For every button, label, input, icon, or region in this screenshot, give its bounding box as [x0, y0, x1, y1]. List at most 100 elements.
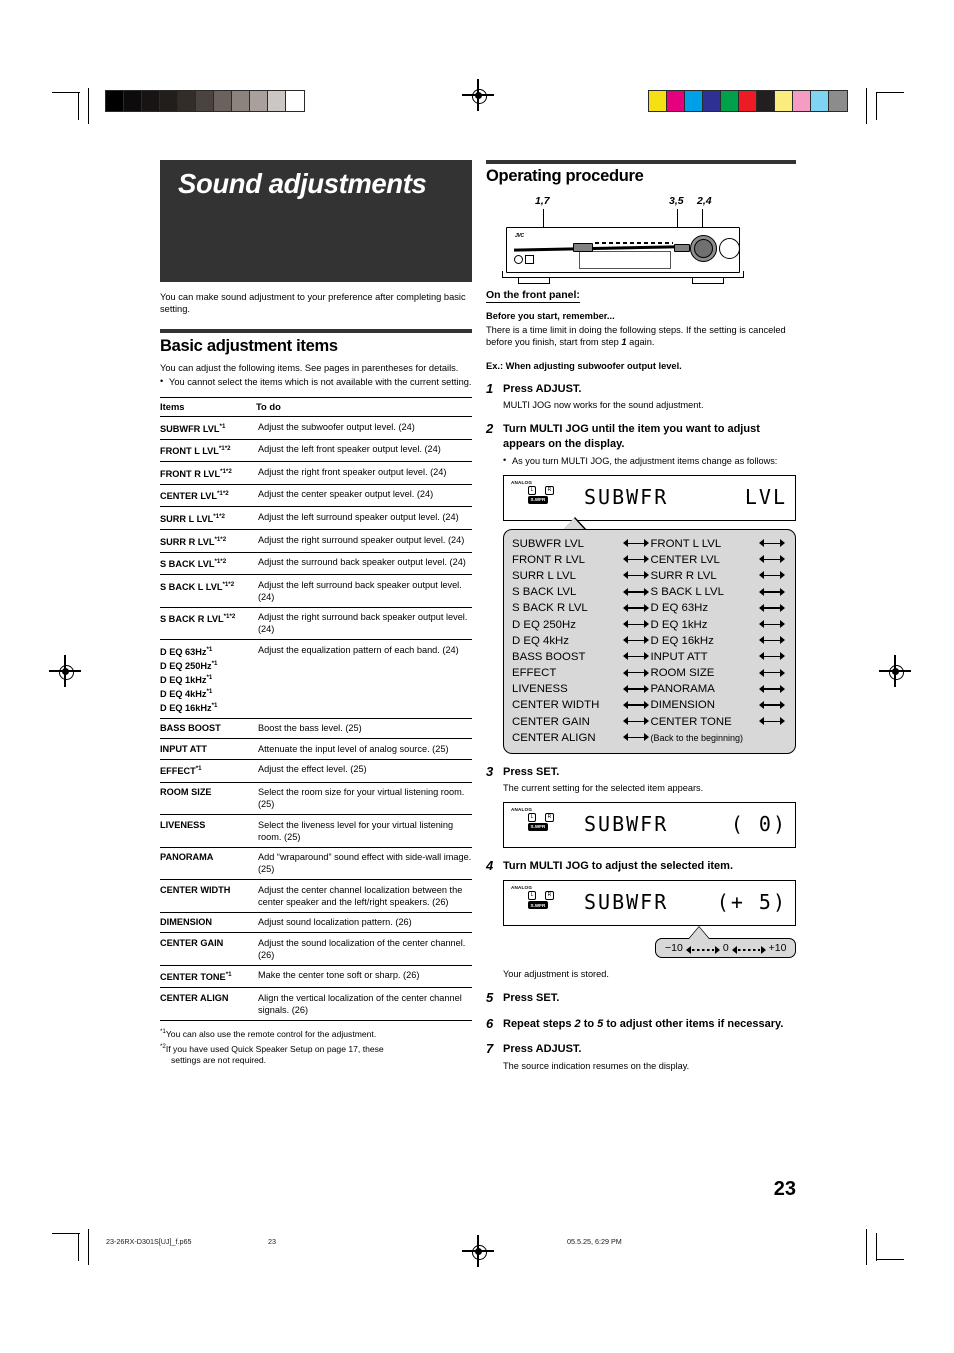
- flow-row: CENTER GAIN CENTER TONE: [512, 714, 787, 730]
- flow-item-right: CENTER LVL: [650, 553, 720, 566]
- item-footnote-mark: *1*2: [213, 512, 225, 520]
- flow-row: CENTER WIDTH DIMENSION: [512, 697, 787, 713]
- table-cell-todo: Select the room size for your virtual li…: [256, 782, 472, 815]
- table-cell-todo: Attenuate the input level of analog sour…: [256, 738, 472, 760]
- table-row: FRONT L LVL*1*2 Adjust the left front spe…: [160, 439, 472, 463]
- double-arrow-icon: [759, 555, 786, 564]
- table-cell-todo: Add “wraparound” sound effect with side-…: [256, 847, 472, 880]
- display-2-left-indicator: L: [528, 812, 536, 822]
- step-4-title: Turn MULTI JOG to adjust the selected it…: [503, 859, 734, 872]
- item-name: SUBWFR LVL*1: [160, 422, 226, 434]
- volume-knob[interactable]: [719, 238, 740, 259]
- table-row: INPUT ATT Attenuate the input level of an…: [160, 738, 472, 760]
- display-3-analog-indicator: ANALOG: [511, 885, 533, 891]
- double-arrow-icon: [622, 603, 649, 612]
- item-name: FRONT R LVL*1*2: [160, 467, 232, 479]
- right-column: Operating procedure 1,7 3,5 2,4 JVC On t…: [486, 160, 797, 1072]
- table-cell-item: DIMENSION: [160, 912, 256, 933]
- range-min: −10: [665, 942, 683, 955]
- table-row: SURR L LVL*1*2 Adjust the left surround s…: [160, 506, 472, 530]
- before-you-start-text: There is a time limit in doing the follo…: [486, 324, 796, 349]
- set-button[interactable]: [674, 244, 690, 252]
- table-row: S BACK R LVL*1*2 Adjust the right surroun…: [160, 607, 472, 641]
- calibration-swatch-6: [214, 91, 232, 111]
- display-1-main-text: SUBWFR: [584, 484, 669, 509]
- flow-item-left: S BACK R LVL: [512, 602, 588, 615]
- registration-mark-bottom: [462, 1235, 494, 1267]
- item-name: D EQ 250Hz*1: [160, 659, 218, 671]
- table-row: PANORAMA Add “wraparound” sound effect wi…: [160, 847, 472, 880]
- table-cell-item: D EQ 63Hz*1 D EQ 250Hz*1 D EQ 1kHz*1 D EQ 4…: [160, 639, 256, 719]
- page-number: 23: [773, 1178, 796, 1200]
- crop-mark-tl-h: [52, 92, 80, 94]
- flow-item-left: D EQ 250Hz: [512, 618, 576, 631]
- adjust-button[interactable]: [573, 243, 593, 252]
- display-panel-2: ANALOG L R S.WFR SUBWFR ( 0): [503, 801, 796, 848]
- table-cell-todo: Select the liveness level for your virtu…: [256, 814, 472, 848]
- table-cell-item: CENTER TONE*1: [160, 965, 256, 989]
- item-name: CENTER LVL*1*2: [160, 490, 229, 502]
- flow-item-right: INPUT ATT: [650, 650, 708, 663]
- item-footnote-mark: *1*2: [220, 467, 232, 475]
- footnote-1: *1You can also use the remote control fo…: [160, 1026, 472, 1040]
- double-arrow-icon: [622, 733, 649, 742]
- table-cell-item: CENTER LVL*1*2: [160, 484, 256, 508]
- step-6: 6 Repeat steps 2 to 5 to adjust other it…: [486, 1016, 796, 1032]
- item-name: S BACK R LVL*1*2: [160, 613, 236, 625]
- item-footnote-mark: *1: [206, 673, 213, 681]
- table-row: SUBWFR LVL*1 Adjust the subwoofer output …: [160, 416, 472, 440]
- step-2: 2 Turn MULTI JOG until the item you want…: [486, 421, 796, 754]
- step-4-after: Your adjustment is stored.: [503, 969, 609, 980]
- step-5: 5 Press SET.: [486, 990, 796, 1006]
- flow-item-left: S BACK LVL: [512, 586, 577, 599]
- display-2-segment-text: SUBWFR ( 0): [584, 811, 787, 836]
- flow-arrow-trailing: [758, 713, 787, 731]
- table-row: EFFECT*1 Adjust the effect level. (25): [160, 759, 472, 783]
- double-arrow-icon: [759, 684, 786, 693]
- receiver-illustration: 1,7 3,5 2,4 JVC: [486, 193, 796, 284]
- display-panel-1: ANALOG L R S.WFR SUBWFR LVL: [503, 474, 796, 521]
- double-arrow-icon: [622, 700, 649, 709]
- multi-jog-dial[interactable]: [690, 235, 717, 262]
- panel-small-icons: [514, 255, 534, 264]
- flow-item-right: SURR R LVL: [650, 569, 717, 582]
- standby-icon: [525, 255, 534, 264]
- flow-item-left: SURR L LVL: [512, 569, 576, 582]
- callout-label-3-5: 3,5: [669, 195, 684, 207]
- item-footnote-mark: *1: [211, 659, 218, 667]
- table-cell-item: S BACK R LVL*1*2: [160, 607, 256, 641]
- step-4-number: 4: [486, 857, 494, 873]
- table-cell-todo: Align the vertical localization of the c…: [256, 987, 472, 1021]
- display-panel-3: ANALOG L R S.WFR SUBWFR (+ 5): [503, 880, 796, 927]
- flow-item-right: S BACK L LVL: [650, 586, 724, 599]
- calibration-swatch-1: [124, 91, 142, 111]
- calibration-swatch-7: [775, 91, 793, 111]
- table-cell-todo: Make the center tone soft or sharp. (26): [256, 965, 472, 989]
- chapter-intro: You can make sound adjustment to your pr…: [160, 292, 466, 315]
- flow-arrow: [621, 729, 650, 747]
- table-cell-todo: Adjust the right surround speaker output…: [256, 529, 472, 553]
- flow-list-box: SUBWFR LVL FRONT L LVL FRONT R LVL CENTER L…: [503, 528, 796, 754]
- basic-items-lead: You can adjust the following items. See …: [160, 362, 459, 373]
- grayscale-calibration-strip: [105, 90, 305, 112]
- calibration-swatch-0: [106, 91, 124, 111]
- table-row: FRONT R LVL*1*2 Adjust the right front sp…: [160, 461, 472, 485]
- table-row: CENTER ALIGN Align the vertical localizat…: [160, 987, 472, 1021]
- double-arrow-icon: [759, 603, 786, 612]
- crop-mark-tr-v: [876, 92, 878, 120]
- section-rule: [160, 328, 472, 333]
- step-7-detail: The source indication resumes on the dis…: [503, 1060, 690, 1071]
- callout-label-1-7: 1,7: [535, 195, 550, 207]
- table-cell-todo: Adjust the left surround back speaker ou…: [256, 574, 472, 608]
- display-2-subwoofer-indicator: S.WFR: [528, 822, 548, 831]
- step-3-number: 3: [486, 763, 494, 779]
- item-name: S BACK LVL*1*2: [160, 558, 227, 570]
- table-cell-item: CENTER ALIGN: [160, 987, 256, 1021]
- crop-mark-bl-h: [52, 1233, 80, 1235]
- flow-item-left: LIVENESS: [512, 683, 568, 696]
- table-cell-item: PANORAMA: [160, 847, 256, 880]
- item-name: CENTER ALIGN: [160, 992, 229, 1003]
- step-4: 4 Turn MULTI JOG to adjust the selected …: [486, 857, 797, 981]
- section-title-operating-procedure: Operating procedure: [486, 167, 644, 185]
- flow-item-left: SUBWFR LVL: [512, 537, 584, 550]
